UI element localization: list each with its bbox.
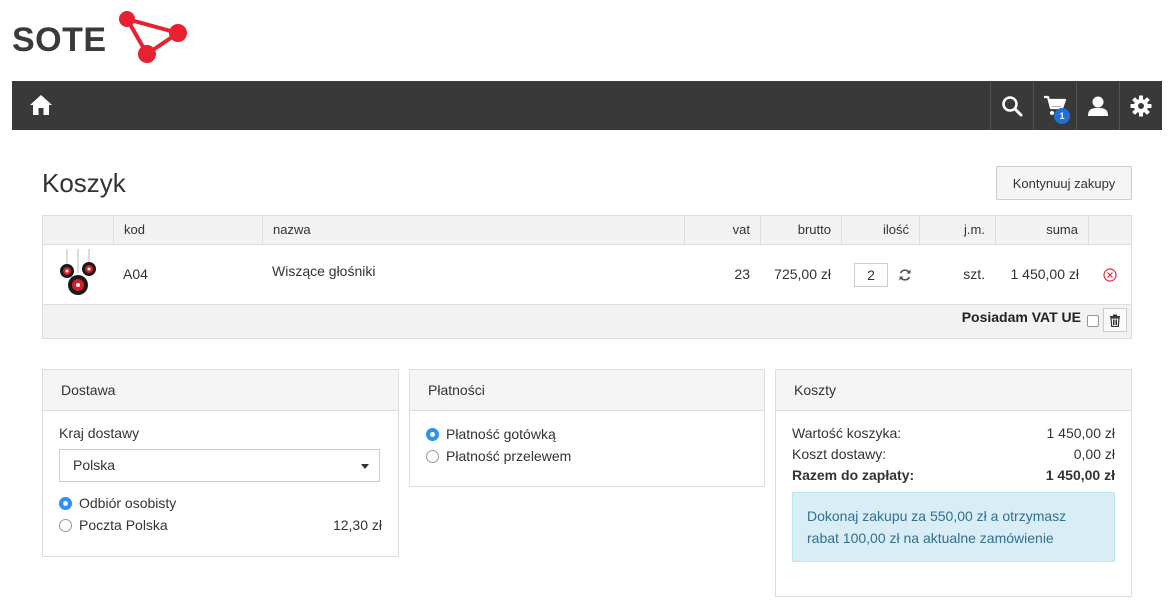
delivery-option-label: Poczta Polska	[79, 517, 168, 533]
costs-panel: Koszty Wartość koszyka: 1 450,00 zł Kosz…	[775, 369, 1132, 597]
speaker-product-image	[60, 249, 96, 295]
delivery-panel: Dostawa Kraj dostawy Polska Odbiór osobi…	[42, 369, 399, 557]
cost-label: Razem do zapłaty:	[792, 467, 915, 483]
row-suma: 1 450,00 zł	[1010, 266, 1080, 282]
payment-title: Płatności	[410, 370, 764, 411]
settings-button[interactable]	[1119, 81, 1162, 130]
caret-down-icon	[361, 464, 369, 469]
table-row: A04 Wiszące głośniki 23 725,00 zł 2 szt.…	[43, 245, 1131, 305]
delivery-title: Dostawa	[43, 370, 398, 411]
delivery-option-personal-pickup[interactable]: Odbiór osobisty	[59, 492, 382, 514]
product-thumbnail[interactable]	[53, 245, 103, 305]
row-nazwa[interactable]: Wiszące głośniki	[272, 245, 375, 305]
country-select-value: Polska	[73, 457, 116, 473]
promo-alert: Dokonaj zakupu za 550,00 zł a otrzymasz …	[792, 492, 1115, 562]
cart-table: kod nazwa vat brutto ilość j.m. suma A04…	[42, 215, 1132, 339]
table-footer: Posiadam VAT UE	[43, 305, 1131, 338]
country-select[interactable]: Polska	[59, 449, 380, 482]
header-actions	[1088, 216, 1131, 245]
header-nazwa: nazwa	[262, 216, 684, 245]
delivery-option-label: Odbiór osobisty	[79, 495, 177, 511]
payment-panel: Płatności Płatność gotówką Płatność prze…	[409, 369, 765, 487]
page-title: Koszyk	[42, 168, 126, 198]
cost-row-total: Razem do zapłaty: 1 450,00 zł	[792, 465, 1115, 486]
header-ilosc: ilość	[841, 216, 919, 245]
payment-option-cash[interactable]: Płatność gotówką	[426, 423, 748, 445]
cost-value: 0,00 zł	[1073, 446, 1115, 462]
cost-row-delivery: Koszt dostawy: 0,00 zł	[792, 444, 1115, 465]
delivery-option-price: 12,30 zł	[332, 517, 382, 533]
header-suma: suma	[995, 216, 1088, 245]
vat-ue-checkbox[interactable]	[1087, 315, 1099, 327]
refresh-icon[interactable]	[898, 268, 912, 282]
row-kod: A04	[123, 266, 148, 282]
table-header: kod nazwa vat brutto ilość j.m. suma	[43, 216, 1131, 245]
row-brutto: 725,00 zł	[774, 266, 831, 282]
remove-item-button[interactable]	[1103, 245, 1117, 305]
header-brutto: brutto	[760, 216, 841, 245]
row-vat: 23	[734, 266, 750, 282]
remove-circle-icon	[1103, 268, 1117, 282]
row-quantity: 2	[854, 245, 914, 305]
logo-text: SOTE	[12, 21, 107, 59]
header-image	[43, 216, 113, 245]
cost-value: 1 450,00 zł	[1046, 425, 1116, 441]
logo-share-icon	[119, 11, 187, 63]
user-icon	[1088, 96, 1108, 116]
quantity-input[interactable]: 2	[854, 263, 888, 288]
search-button[interactable]	[990, 81, 1033, 130]
user-button[interactable]	[1076, 81, 1119, 130]
cost-row-cart-value: Wartość koszyka: 1 450,00 zł	[792, 423, 1115, 444]
delivery-option-poczta-polska[interactable]: Poczta Polska 12,30 zł	[59, 514, 382, 536]
header-jm: j.m.	[919, 216, 995, 245]
payment-option-label: Płatność gotówką	[446, 426, 556, 442]
costs-title: Koszty	[776, 370, 1131, 411]
gear-icon	[1130, 95, 1152, 116]
payment-option-transfer[interactable]: Płatność przelewem	[426, 445, 748, 467]
cost-value: 1 450,00 zł	[1045, 467, 1115, 483]
cart-button[interactable]: 1	[1033, 81, 1076, 130]
radio-unchecked[interactable]	[426, 449, 439, 463]
cost-label: Koszt dostawy:	[792, 446, 887, 462]
trash-icon	[1110, 314, 1120, 327]
header-vat: vat	[684, 216, 760, 245]
radio-unchecked[interactable]	[59, 518, 72, 532]
country-label: Kraj dostawy	[59, 425, 140, 441]
home-icon[interactable]	[28, 93, 56, 119]
payment-option-label: Płatność przelewem	[446, 448, 572, 464]
radio-checked[interactable]	[426, 427, 439, 441]
radio-checked[interactable]	[59, 496, 72, 510]
search-icon	[1002, 95, 1023, 116]
cost-label: Wartość koszyka:	[792, 425, 902, 441]
vat-ue-label: Posiadam VAT UE	[961, 309, 1081, 325]
cart-count-badge: 1	[1054, 108, 1070, 124]
row-jm: szt.	[963, 266, 985, 282]
navbar: 1	[12, 81, 1162, 130]
clear-cart-button[interactable]	[1103, 308, 1127, 332]
header-kod: kod	[113, 216, 262, 245]
continue-shopping-button[interactable]: Kontynuuj zakupy	[996, 166, 1132, 200]
logo[interactable]: SOTE	[12, 10, 187, 66]
